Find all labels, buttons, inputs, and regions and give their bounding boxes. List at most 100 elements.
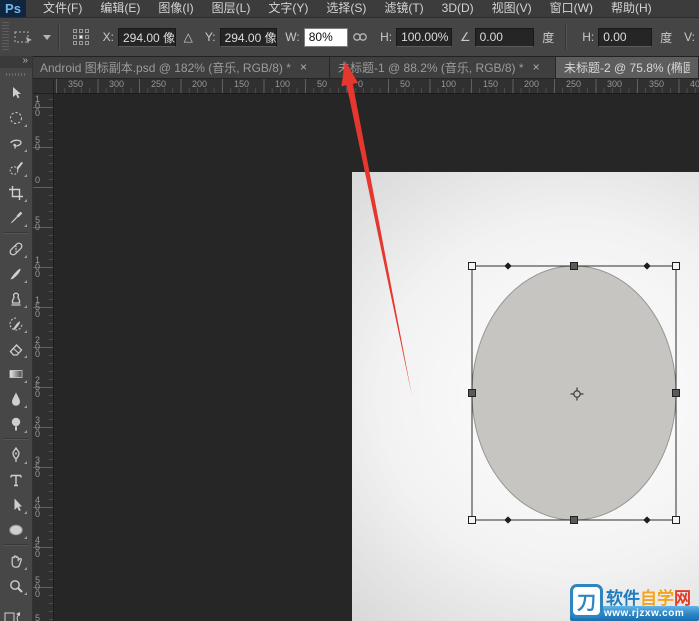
menu-item-3d[interactable]: 3D(D) xyxy=(433,0,483,17)
tab-doc-android[interactable]: Android 图标副本.psd @ 182% (音乐, RGB/8) * × xyxy=(32,56,330,78)
v-ruler-label: 0 xyxy=(35,175,41,185)
tool-hand[interactable] xyxy=(2,548,30,573)
anchor-point-icon[interactable] xyxy=(643,262,651,270)
tool-type[interactable] xyxy=(2,467,30,492)
anchor-point-icon[interactable] xyxy=(504,516,512,524)
toolbar-separator xyxy=(4,438,28,440)
options-bar: X: 294.00 像素 △ Y: 294.00 像素 W: 80% H: 10… xyxy=(0,18,699,57)
transform-handle-nw[interactable] xyxy=(468,262,476,270)
v-ruler-label: 3 5 0 xyxy=(35,455,41,479)
photoshop-logo: Ps xyxy=(0,0,26,17)
tool-clone-stamp[interactable] xyxy=(2,286,30,311)
vertical-ruler[interactable]: 1 0 0 5 0 0 5 0 1 0 0 1 5 0 2 0 0 2 5 0 3 0 0 3 5… xyxy=(32,93,54,621)
tool-quick-selection[interactable] xyxy=(2,155,30,180)
tool-history-brush[interactable] xyxy=(2,311,30,336)
type-icon xyxy=(10,474,22,486)
transform-handle-sw[interactable] xyxy=(468,516,476,524)
tool-eraser[interactable] xyxy=(2,336,30,361)
w-label: W: xyxy=(285,30,300,44)
toolbar-grip xyxy=(6,73,26,76)
history-brush-icon xyxy=(9,317,23,330)
transform-handle-e[interactable] xyxy=(672,389,680,397)
menu-item-help[interactable]: 帮助(H) xyxy=(602,0,661,17)
skew-h-input[interactable]: 0.00 xyxy=(598,27,653,47)
menu-item-image[interactable]: 图像(I) xyxy=(149,0,202,17)
tool-blur[interactable] xyxy=(2,386,30,411)
tool-zoom[interactable] xyxy=(2,573,30,598)
toolbar-collapse-button[interactable]: » xyxy=(0,56,32,68)
tab-title: 未标题-2 @ 75.8% (椭圆 xyxy=(564,60,690,75)
transform-handle-s[interactable] xyxy=(570,516,578,524)
tab-close-icon[interactable]: × xyxy=(533,61,540,73)
path-selection-icon xyxy=(14,498,22,511)
rotate-input[interactable]: 0.00 xyxy=(474,27,535,47)
menu-item-filter[interactable]: 滤镜(T) xyxy=(375,0,432,17)
menu-item-window[interactable]: 窗口(W) xyxy=(541,0,602,17)
options-grip xyxy=(2,22,9,52)
tool-brush[interactable] xyxy=(2,261,30,286)
angle-unit: 度 xyxy=(542,30,555,45)
h-label: H: xyxy=(380,30,393,44)
watermark-title: 软件自学网 xyxy=(606,589,691,608)
tool-eyedropper[interactable] xyxy=(2,205,30,230)
anchor-point-icon[interactable] xyxy=(504,262,512,270)
h-ruler-label: 0 xyxy=(358,79,364,89)
tools-panel: » xyxy=(0,56,33,621)
transform-handle-ne[interactable] xyxy=(672,262,680,270)
tool-ellipse[interactable] xyxy=(2,517,30,542)
menu-item-select[interactable]: 选择(S) xyxy=(317,0,375,17)
v-ruler-label: 5 0 0 xyxy=(35,575,41,599)
v-ruler-label: 1 0 0 xyxy=(35,94,41,118)
transform-handle-n[interactable] xyxy=(570,262,578,270)
menu-item-layer[interactable]: 图层(L) xyxy=(203,0,260,17)
tab-doc-untitled1[interactable]: 未标题-1 @ 88.2% (音乐, RGB/8) * × xyxy=(330,56,556,78)
crop-icon xyxy=(9,185,23,200)
delta-icon[interactable]: △ xyxy=(184,30,193,44)
y-input[interactable]: 294.00 像素 xyxy=(219,27,278,47)
tool-path-selection[interactable] xyxy=(2,492,30,517)
h-ruler-label: 300 xyxy=(607,79,623,89)
tool-move[interactable] xyxy=(2,80,30,105)
tab-doc-untitled2[interactable]: 未标题-2 @ 75.8% (椭圆 xyxy=(556,56,699,78)
v-ruler-label: 2 5 0 xyxy=(35,375,41,399)
color-swatches-icon[interactable] xyxy=(4,611,28,621)
menu-item-view[interactable]: 视图(V) xyxy=(483,0,541,17)
width-input[interactable]: 80% xyxy=(303,27,349,47)
reference-point-locator[interactable] xyxy=(72,29,89,45)
transform-handle-w[interactable] xyxy=(468,389,476,397)
photoshop-window: Ps 文件(F) 编辑(E) 图像(I) 图层(L) 文字(Y) 选择(S) 滤镜(T) 3D… xyxy=(0,0,699,621)
tool-marquee[interactable] xyxy=(2,105,30,130)
tool-crop[interactable] xyxy=(2,180,30,205)
clone-stamp-icon xyxy=(11,292,21,306)
menu-item-edit[interactable]: 编辑(E) xyxy=(91,0,149,17)
menu-item-file[interactable]: 文件(F) xyxy=(34,0,91,17)
menu-item-type[interactable]: 文字(Y) xyxy=(259,0,317,17)
height-input[interactable]: 100.00% xyxy=(396,27,452,47)
transform-overlay xyxy=(468,262,680,524)
x-input[interactable]: 294.00 像素 xyxy=(117,27,176,47)
marquee-icon xyxy=(10,111,22,124)
watermark: 刀 软件自学网 www.rjzxw.com xyxy=(570,583,699,621)
watermark-logo: 刀 xyxy=(570,584,603,618)
tool-pen[interactable] xyxy=(2,442,30,467)
v-ruler-label: 4 5 0 xyxy=(35,535,41,559)
tool-dodge[interactable] xyxy=(2,411,30,436)
v-ruler-label: 5 0 xyxy=(35,215,41,232)
h-ruler-label: 300 xyxy=(109,79,125,89)
horizontal-ruler[interactable]: 400 350 300 250 200 150 100 50 0 50 100 150 200 250 30… xyxy=(32,78,699,94)
tool-lasso[interactable] xyxy=(2,130,30,155)
tool-preset-caret-icon[interactable] xyxy=(42,34,51,40)
tool-healing-brush[interactable] xyxy=(2,236,30,261)
tab-close-icon[interactable]: × xyxy=(300,61,307,73)
toolbar-separator xyxy=(4,544,28,546)
h-ruler-label: 50 xyxy=(317,79,328,89)
v-ruler-label: 5 5 0 xyxy=(35,613,41,621)
transform-handle-se[interactable] xyxy=(672,516,680,524)
watermark-url: www.rjzxw.com xyxy=(604,608,685,619)
anchor-point-icon[interactable] xyxy=(643,516,651,524)
eraser-icon xyxy=(9,343,23,356)
v-ruler-label: 4 0 0 xyxy=(35,495,41,519)
tool-gradient[interactable] xyxy=(2,361,30,386)
h-ruler-label: 100 xyxy=(441,79,457,89)
link-dimensions-icon[interactable] xyxy=(352,32,368,42)
